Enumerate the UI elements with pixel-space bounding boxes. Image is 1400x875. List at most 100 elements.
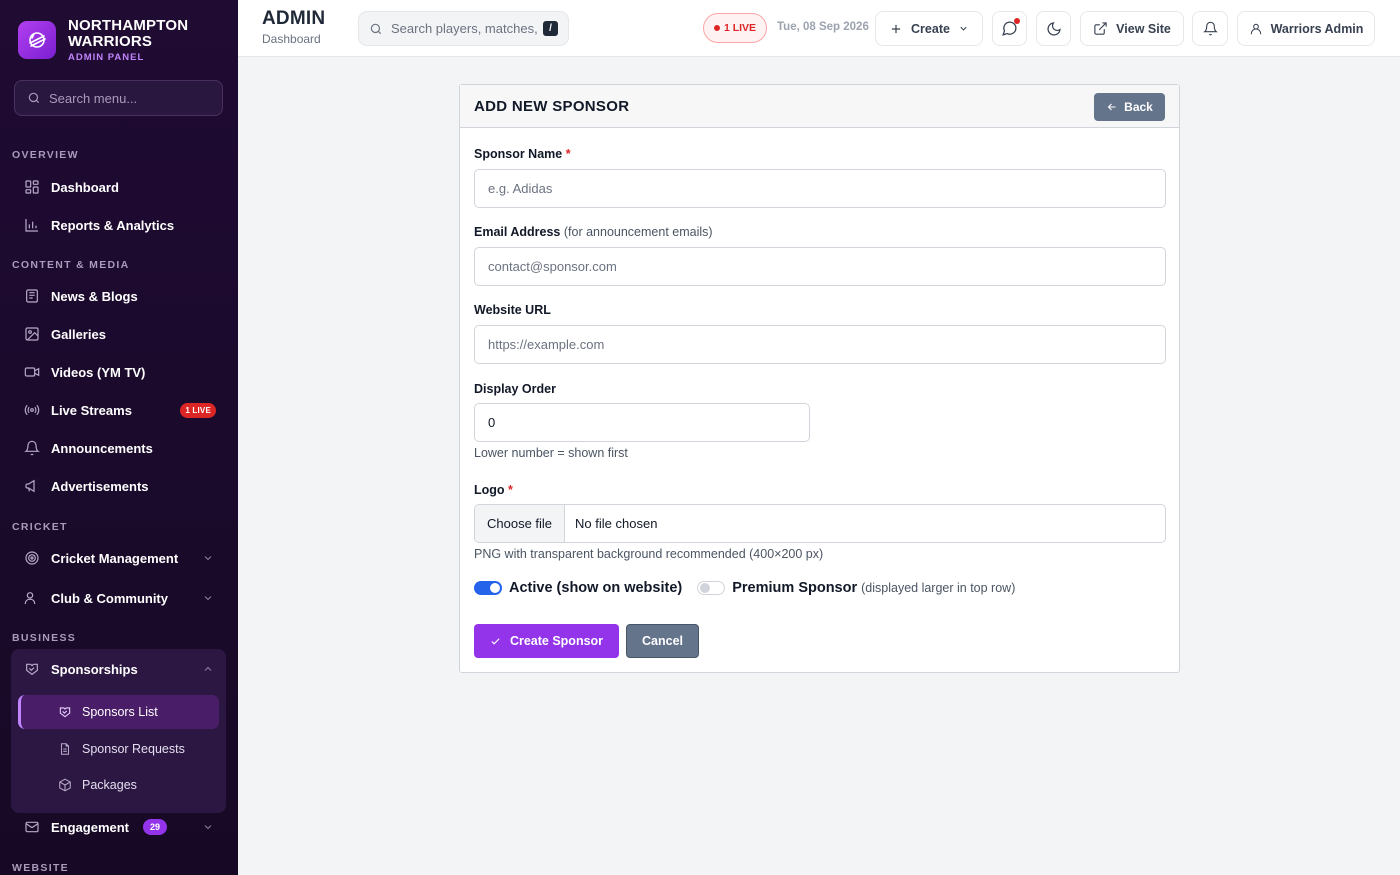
document-icon bbox=[58, 742, 72, 756]
search-icon bbox=[369, 22, 383, 36]
website-label: Website URL bbox=[474, 303, 551, 317]
section-label-business: BUSINESS bbox=[12, 632, 77, 644]
sidebar-item-label: Advertisements bbox=[51, 478, 149, 494]
global-search-input[interactable] bbox=[391, 21, 537, 36]
sidebar-item-galleries[interactable]: Galleries bbox=[12, 316, 226, 352]
brand-name-line2: WARRIORS bbox=[68, 32, 153, 50]
sidebar-item-announcements[interactable]: Announcements bbox=[12, 430, 226, 466]
club-logo-icon bbox=[18, 21, 56, 59]
sidebar-subitem-sponsor-requests[interactable]: Sponsor Requests bbox=[18, 732, 219, 766]
sidebar-subitem-label: Packages bbox=[82, 778, 137, 792]
choose-file-button[interactable]: Choose file bbox=[475, 505, 566, 542]
video-icon bbox=[23, 363, 41, 381]
cancel-button[interactable]: Cancel bbox=[626, 624, 699, 658]
sidebar-search bbox=[14, 80, 223, 116]
user-menu-button[interactable]: Warriors Admin bbox=[1237, 11, 1375, 46]
sidebar-item-videos[interactable]: Videos (YM TV) bbox=[12, 354, 226, 390]
sidebar-item-live-streams[interactable]: Live Streams 1 LIVE bbox=[12, 392, 226, 428]
sidebar-item-news[interactable]: News & Blogs bbox=[12, 278, 226, 314]
display-order-label: Display Order bbox=[474, 382, 556, 396]
notifications-button[interactable] bbox=[1192, 11, 1228, 46]
sidebar-item-engagement[interactable]: Engagement 29 bbox=[12, 809, 226, 845]
bell-icon bbox=[23, 439, 41, 457]
sidebar-item-label: Cricket Management bbox=[51, 550, 179, 566]
global-search: / bbox=[358, 11, 569, 46]
bell-icon bbox=[1202, 21, 1218, 36]
sidebar-item-advertisements[interactable]: Advertisements bbox=[12, 468, 226, 504]
chevron-up-icon bbox=[202, 663, 214, 675]
engagement-count-badge: 29 bbox=[143, 819, 168, 835]
email-label: Email Address (for announcement emails) bbox=[474, 225, 713, 239]
sidebar-subitem-label: Sponsors List bbox=[82, 705, 158, 719]
sidebar-item-label: Dashboard bbox=[51, 179, 119, 195]
grid-icon bbox=[23, 178, 41, 196]
file-status: No file chosen bbox=[575, 516, 658, 531]
sidebar: NORTHAMPTON WARRIORS ADMIN PANEL OVERVIE… bbox=[0, 0, 238, 875]
sidebar-item-cricket-management[interactable]: Cricket Management bbox=[12, 540, 226, 576]
premium-label: Premium Sponsor bbox=[732, 580, 858, 596]
display-order-input[interactable] bbox=[474, 403, 810, 442]
live-dot-icon bbox=[713, 25, 720, 31]
sidebar-item-label: Reports & Analytics bbox=[51, 217, 175, 233]
messages-button[interactable] bbox=[992, 11, 1027, 46]
live-indicator-label: 1 LIVE bbox=[723, 22, 757, 34]
chevron-down-icon bbox=[202, 552, 214, 564]
premium-toggle[interactable] bbox=[697, 581, 726, 595]
megaphone-icon bbox=[23, 477, 41, 495]
sidebar-item-label: Videos (YM TV) bbox=[51, 364, 146, 380]
current-date: Tue, 08 Sep 2026 bbox=[777, 21, 869, 33]
target-icon bbox=[23, 549, 41, 567]
display-order-help: Lower number = shown first bbox=[474, 446, 628, 460]
sidebar-search-input[interactable] bbox=[49, 90, 199, 106]
sidebar-item-label: Live Streams bbox=[51, 402, 132, 418]
search-icon bbox=[27, 91, 41, 105]
plus-icon bbox=[889, 22, 903, 36]
sidebar-item-club-community[interactable]: Club & Community bbox=[12, 580, 226, 616]
sidebar-item-sponsorships[interactable]: Sponsorships bbox=[12, 651, 226, 687]
sidebar-item-label: Galleries bbox=[51, 326, 106, 342]
package-icon bbox=[58, 778, 72, 792]
section-label-website: WEBSITE bbox=[12, 862, 69, 874]
view-site-button[interactable]: View Site bbox=[1080, 11, 1184, 46]
create-button[interactable]: Create bbox=[875, 11, 983, 46]
brand[interactable]: NORTHAMPTON WARRIORS ADMIN PANEL bbox=[0, 0, 238, 80]
active-toggle[interactable] bbox=[474, 581, 502, 595]
logo-file-input[interactable]: Choose file No file chosen bbox=[474, 504, 1166, 543]
notification-dot bbox=[1014, 18, 1020, 24]
required-mark: * bbox=[508, 483, 513, 497]
sidebar-item-dashboard[interactable]: Dashboard bbox=[12, 169, 226, 205]
topbar: ADMIN Dashboard / 1 LIVE Tue, 08 Sep 202… bbox=[238, 0, 1400, 57]
logo-label-text: Logo bbox=[474, 483, 505, 497]
sidebar-subitem-packages[interactable]: Packages bbox=[18, 768, 219, 802]
image-icon bbox=[23, 325, 41, 343]
back-button-label: Back bbox=[1124, 100, 1153, 114]
chevron-down-icon bbox=[202, 821, 214, 833]
sidebar-item-label: Announcements bbox=[51, 440, 153, 456]
breadcrumb: Dashboard bbox=[262, 32, 321, 46]
create-sponsor-button[interactable]: Create Sponsor bbox=[474, 624, 619, 658]
website-input[interactable] bbox=[474, 325, 1166, 364]
live-indicator[interactable]: 1 LIVE bbox=[703, 13, 767, 43]
external-link-icon bbox=[1093, 21, 1108, 36]
create-sponsor-label: Create Sponsor bbox=[509, 634, 604, 648]
card-header: ADD NEW SPONSOR Back bbox=[460, 85, 1179, 128]
email-input[interactable] bbox=[474, 247, 1166, 286]
section-label-cricket: CRICKET bbox=[12, 521, 68, 533]
newspaper-icon bbox=[23, 287, 41, 305]
chevron-down-icon bbox=[202, 592, 214, 604]
create-button-label: Create bbox=[911, 21, 950, 36]
email-label-text: Email Address bbox=[474, 225, 561, 239]
brand-name-line1: NORTHAMPTON bbox=[68, 16, 189, 34]
user-icon bbox=[1249, 22, 1263, 36]
view-site-label: View Site bbox=[1116, 21, 1171, 36]
users-icon bbox=[23, 589, 41, 607]
sidebar-subitem-sponsors-list[interactable]: Sponsors List bbox=[18, 695, 219, 729]
sponsor-name-input[interactable] bbox=[474, 169, 1166, 208]
back-button[interactable]: Back bbox=[1094, 93, 1165, 121]
brand-subtitle: ADMIN PANEL bbox=[68, 51, 145, 63]
sidebar-item-reports[interactable]: Reports & Analytics bbox=[12, 207, 226, 243]
logo-help: PNG with transparent background recommen… bbox=[474, 547, 824, 561]
theme-toggle-button[interactable] bbox=[1036, 11, 1071, 46]
sidebar-item-label: Engagement bbox=[51, 819, 130, 835]
chat-icon bbox=[1001, 18, 1020, 37]
